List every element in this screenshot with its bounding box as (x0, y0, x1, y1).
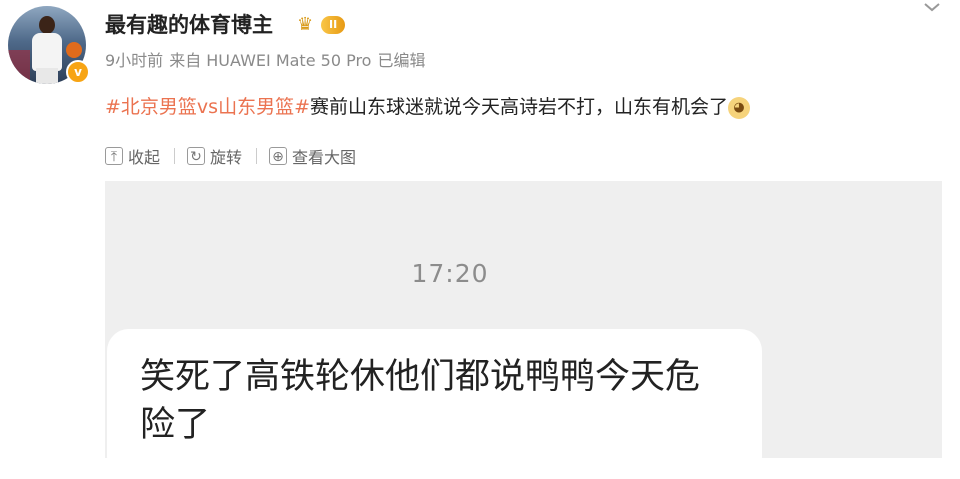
member-badge[interactable]: ♛ II (297, 14, 355, 36)
chat-timestamp: 17:20 (411, 259, 489, 288)
rotate-icon: ↻ (187, 147, 206, 165)
collapse-label: 收起 (128, 148, 161, 167)
crown-icon: ♛ (297, 14, 314, 35)
rotate-label: 旋转 (210, 148, 243, 167)
avatar-player-body (32, 33, 62, 71)
chat-screenshot-image[interactable]: 17:20 笑死了高铁轮休他们都说鸭鸭今天危险了 (105, 181, 942, 479)
avatar-crowd (8, 50, 30, 84)
rotate-button[interactable]: ↻ 旋转 (187, 144, 242, 168)
view-large-label: 查看大图 (292, 148, 357, 167)
divider (174, 148, 176, 164)
post-source[interactable]: 来自 HUAWEI Mate 50 Pro (169, 51, 371, 70)
verified-badge-icon: v (66, 60, 90, 84)
image-toolbar: ⤒ 收起 ↻ 旋转 ⊕ 查看大图 (105, 143, 356, 169)
post-time: 9小时前 (105, 51, 164, 70)
view-large-icon: ⊕ (269, 147, 288, 165)
post-body: 赛前山东球迷就说今天高诗岩不打，山东有机会了 (309, 96, 728, 118)
level-badge: II (321, 16, 346, 34)
chat-message-bubble: 笑死了高铁轮休他们都说鸭鸭今天危险了 (107, 329, 762, 479)
chevron-down-icon[interactable] (920, 0, 944, 22)
avatar-basketball (66, 42, 82, 58)
edited-label[interactable]: 已编辑 (377, 51, 425, 70)
post-text: #北京男篮vs山东男篮#赛前山东球迷就说今天高诗岩不打，山东有机会了 ◕ (105, 92, 750, 122)
view-large-button[interactable]: ⊕ 查看大图 (269, 144, 356, 168)
avatar-player-head (39, 16, 55, 34)
doge-emoji-icon: ◕ (728, 96, 750, 119)
username[interactable]: 最有趣的体育博主 (105, 10, 273, 40)
post-meta: 9小时前 来自 HUAWEI Mate 50 Pro 已编辑 (105, 48, 431, 74)
collapse-button[interactable]: ⤒ 收起 (105, 144, 160, 168)
chat-message-text: 笑死了高铁轮休他们都说鸭鸭今天危险了 (140, 357, 701, 445)
avatar-player-legs (36, 68, 58, 84)
divider (256, 148, 258, 164)
hashtag-link[interactable]: #北京男篮vs山东男篮# (105, 96, 310, 118)
collapse-icon: ⤒ (105, 147, 123, 165)
